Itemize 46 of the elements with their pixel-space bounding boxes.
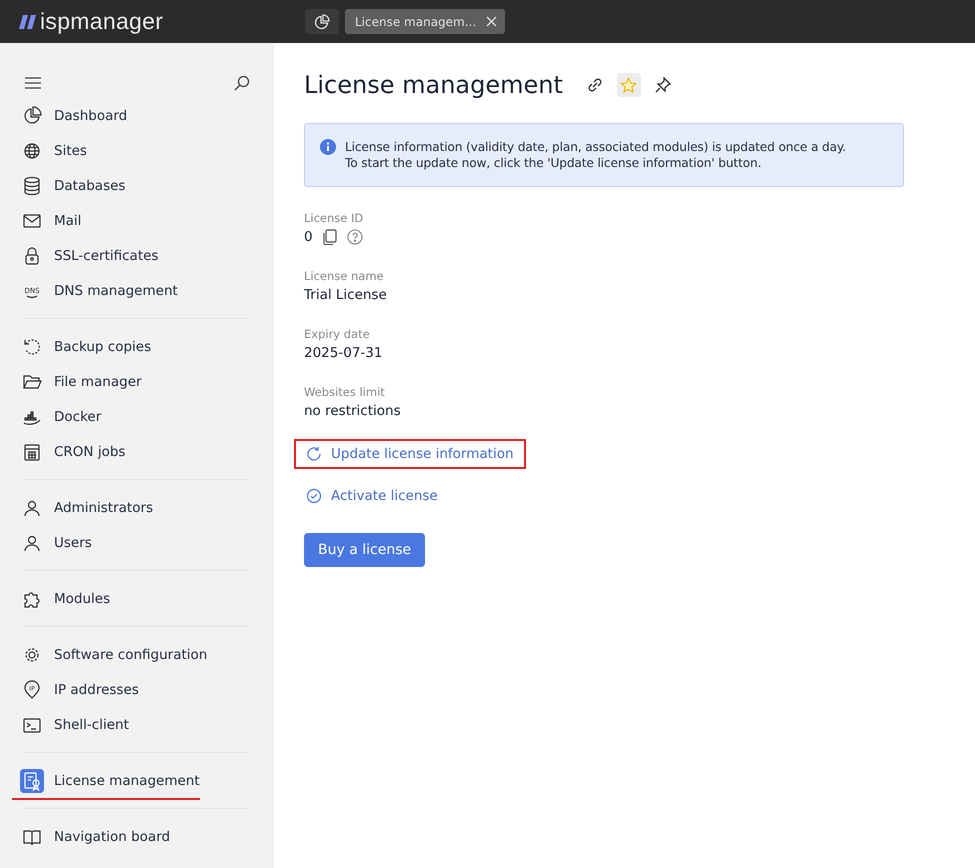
sidebar-item[interactable]: Users [20,525,250,560]
certificate-icon [20,768,44,792]
sidebar-item[interactable]: File manager [20,364,250,399]
sidebar-item[interactable]: Docker [20,399,250,434]
field-label: Websites limit [304,385,386,399]
sidebar-item[interactable]: Dashboard [20,98,250,133]
notice-text: License information (validity date, plan, associated modules) is updated once a day. To start the update now, click the 'Update license information' button. [345,139,846,171]
sidebar-item[interactable]: Mail [20,203,250,238]
sidebar-item[interactable]: Administrators [20,490,250,525]
action-link[interactable]: Activate license [294,481,450,511]
sidebar-item[interactable]: CRON jobs [20,434,250,469]
field-label: Expiry date [304,327,371,341]
field-value: Trial License [304,287,387,303]
search-icon[interactable] [234,74,250,90]
close-icon[interactable] [486,16,498,27]
info-icon [320,139,336,155]
sidebar-item[interactable]: Backup copies [20,329,250,364]
refresh-icon [306,446,322,462]
pie-chart-icon [314,14,330,30]
field-label: License ID [304,211,364,225]
sidebar-item[interactable]: Software configuration [20,637,250,672]
sidebar-item[interactable]: Modules [20,581,250,616]
check-circle-icon [306,488,322,504]
sidebar-item[interactable]: License management [20,763,250,798]
help-icon[interactable] [346,229,363,245]
sidebar-item[interactable]: SSL-certificates [20,238,250,273]
dashboard-tab[interactable] [305,9,339,34]
field-label: License name [304,269,385,283]
field-value: 2025-07-31 [304,345,382,361]
logo-icon [19,14,37,28]
sidebar-item[interactable]: Sites [20,133,250,168]
field-value: 0 [304,229,313,245]
favorite-star-button[interactable] [616,73,641,97]
buy-license-button[interactable]: Buy a license [304,533,426,567]
sidebar-item[interactable]: Shell-client [20,707,250,742]
sidebar-item[interactable]: Navigation board [20,819,250,854]
field-value: no restrictions [304,403,401,419]
pin-icon[interactable] [654,77,671,93]
page-tab[interactable]: License managem... [345,9,506,34]
menu-icon[interactable] [25,76,41,88]
action-link[interactable]: Update license information [294,439,526,469]
sidebar-item[interactable]: Databases [20,168,250,203]
copy-icon[interactable] [322,229,337,245]
page-title: License management [304,71,563,99]
logo: ispmanager [40,8,164,35]
link-icon[interactable] [586,77,603,93]
